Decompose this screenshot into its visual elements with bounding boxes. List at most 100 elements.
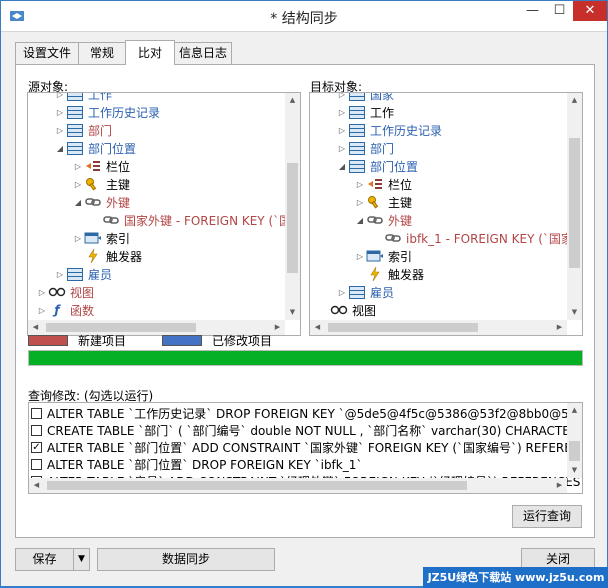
tree-node[interactable]: ◢ 外键 [354,211,412,229]
tree-node-label: 工作历史记录 [370,123,443,138]
scroll-right-icon[interactable]: ▶ [552,478,567,493]
scrollbar-thumb[interactable] [46,323,196,332]
tree-node[interactable]: ▷ 工作历史记录 [54,103,160,121]
tree-node[interactable]: ▷ 工作历史记录 [336,121,442,139]
tree-node[interactable]: ▷ 主键 [72,175,130,193]
expand-icon[interactable]: ▷ [54,126,66,135]
tree-node[interactable]: ▷ ƒ 函数 [36,301,94,319]
horizontal-scrollbar[interactable]: ◀ ▶ [29,478,567,493]
table-icon [348,140,366,156]
scroll-up-icon[interactable]: ▲ [567,93,582,108]
expand-icon[interactable]: ▷ [354,198,366,207]
maximize-button[interactable]: ☐ [546,1,573,21]
scrollbar-thumb[interactable] [569,138,580,268]
tree-node[interactable]: ▷ 部门 [336,139,394,157]
tree-node[interactable]: ▷ 主键 [354,193,412,211]
tree-node[interactable]: ◢ 部门位置 [54,139,136,157]
query-row[interactable]: ✓ ALTER TABLE `部门位置` ADD CONSTRAINT `国家外键… [31,439,582,456]
expand-icon[interactable]: ▷ [36,306,48,315]
tab-general[interactable]: 常规 [78,42,126,64]
tree-node[interactable]: ▷ 雇员 [54,265,112,283]
link-icon [384,230,402,246]
tree-node[interactable]: ▷ 部门 [54,121,112,139]
tab-compare[interactable]: 比对 [125,40,175,65]
tree-node-label: 部门位置 [370,159,419,174]
chevron-down-icon[interactable]: ▼ [73,549,89,570]
scrollbar-thumb[interactable] [328,323,478,332]
sync-window: * 结构同步 — ☐ ✕ 设置文件 常规 比对 信息日志 源对象: ▷ 工作 ▷ 工作… [0,0,608,588]
query-row[interactable]: ALTER TABLE `部门位置` DROP FOREIGN KEY `ibf… [31,456,362,473]
expand-icon[interactable]: ▷ [354,180,366,189]
expand-icon[interactable]: ▷ [72,234,84,243]
collapse-icon[interactable]: ◢ [54,144,66,153]
scroll-down-icon[interactable]: ▼ [567,463,582,478]
expand-icon[interactable]: ▷ [54,93,66,99]
query-list[interactable]: ALTER TABLE `工作历史记录` DROP FOREIGN KEY `@… [28,402,583,494]
scrollbar-thumb[interactable] [569,441,580,461]
vertical-scrollbar[interactable]: ▲ ▼ [567,403,582,478]
scroll-right-icon[interactable]: ▶ [270,320,285,335]
scroll-down-icon[interactable]: ▼ [567,305,582,320]
expand-icon[interactable]: ▷ [54,108,66,117]
minimize-button[interactable]: — [519,1,546,21]
expand-icon[interactable]: ▷ [54,270,66,279]
tree-node-label: 工作 [88,93,113,102]
tab-settings-file[interactable]: 设置文件 [15,42,79,64]
tree-node[interactable]: 视图 [318,301,376,319]
target-tree[interactable]: ▷ 国家 ▷ 工作 ▷ 工作历史记录 ▷ 部门 ◢ 部门位置 ▷ 栏位 ▷ 主键 ◢ 外键 ibfk_1 - F… [309,92,583,336]
data-sync-button[interactable]: 数据同步 [97,548,275,571]
query-checkbox[interactable]: ✓ [31,442,42,453]
expand-icon[interactable]: ▷ [336,144,348,153]
query-row[interactable]: CREATE TABLE `部门` ( `部门编号` double NOT NU… [31,422,578,439]
query-checkbox[interactable] [31,459,42,470]
scroll-right-icon[interactable]: ▶ [552,320,567,335]
tree-node[interactable]: ▷ 栏位 [72,157,130,175]
tree-node[interactable]: 国家外键 - FOREIGN KEY (`国 [90,211,285,229]
query-checkbox[interactable] [31,408,42,419]
scroll-down-icon[interactable]: ▼ [285,305,300,320]
table-icon [66,93,84,102]
tree-node[interactable]: ◢ 部门位置 [336,157,418,175]
tree-node[interactable]: ▷ 工作 [54,93,112,103]
tab-message-log[interactable]: 信息日志 [174,42,232,64]
tree-node[interactable]: 触发器 [354,265,424,283]
save-button[interactable]: 保存 [16,549,73,570]
vertical-scrollbar[interactable]: ▲ ▼ [285,93,300,320]
tree-node[interactable]: ▷ 视图 [36,283,94,301]
vertical-scrollbar[interactable]: ▲ ▼ [567,93,582,320]
expand-icon[interactable]: ▷ [72,180,84,189]
scroll-up-icon[interactable]: ▲ [285,93,300,108]
scroll-up-icon[interactable]: ▲ [567,403,582,418]
scrollbar-thumb[interactable] [47,481,467,490]
query-checkbox[interactable] [31,425,42,436]
expand-icon[interactable]: ▷ [336,126,348,135]
tree-node-label: 雇员 [370,285,395,300]
tree-node[interactable]: ▷ 雇员 [336,283,394,301]
close-window-button[interactable]: ✕ [573,1,607,21]
expand-icon[interactable]: ▷ [72,162,84,171]
collapse-icon[interactable]: ◢ [72,198,84,207]
source-tree[interactable]: ▷ 工作 ▷ 工作历史记录 ▷ 部门 ◢ 部门位置 ▷ 栏位 ▷ 主键 ◢ 外键 国家外键 - FOREIG… [27,92,301,336]
query-row[interactable]: ALTER TABLE `工作历史记录` DROP FOREIGN KEY `@… [31,405,582,422]
tree-node[interactable]: ▷ 栏位 [354,175,412,193]
collapse-icon[interactable]: ◢ [336,162,348,171]
expand-icon[interactable]: ▷ [36,288,48,297]
tree-node[interactable]: ▷ 国家 [336,93,394,103]
tree-node[interactable]: ▷ 工作 [336,103,394,121]
expand-icon[interactable]: ▷ [336,108,348,117]
expand-icon[interactable]: ▷ [336,288,348,297]
scrollbar-thumb[interactable] [287,163,298,273]
tree-node[interactable]: ibfk_1 - FOREIGN KEY (`国家 [372,229,567,247]
save-split-button[interactable]: 保存 ▼ [15,548,90,571]
tree-node[interactable]: ▷ 索引 [354,247,412,265]
collapse-icon[interactable]: ◢ [354,216,366,225]
tree-node[interactable]: ▷ 索引 [72,229,130,247]
tree-node[interactable]: 触发器 [72,247,142,265]
tree-node[interactable]: ◢ 外键 [72,193,130,211]
run-query-button[interactable]: 运行查询 [512,505,582,528]
horizontal-scrollbar[interactable]: ◀ ▶ [310,320,567,335]
scroll-left-icon[interactable]: ◀ [29,478,44,493]
scroll-left-icon[interactable]: ◀ [310,320,325,335]
expand-icon[interactable]: ▷ [336,93,348,99]
expand-icon[interactable]: ▷ [354,252,366,261]
